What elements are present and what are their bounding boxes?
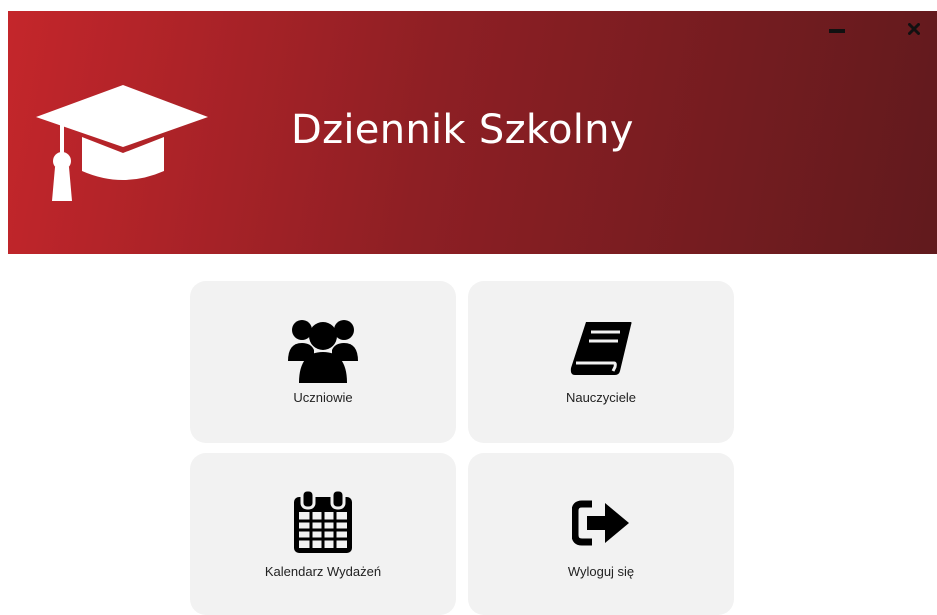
teachers-button[interactable]: Nauczyciele [468, 281, 734, 443]
users-icon [288, 320, 358, 383]
minimize-icon[interactable] [824, 17, 850, 41]
app-header: Dziennik Szkolny [8, 11, 937, 254]
book-icon [570, 322, 632, 375]
logout-label: Wyloguj się [567, 564, 635, 579]
students-label: Uczniowie [293, 390, 353, 405]
graduation-cap-icon [36, 85, 208, 201]
teachers-label: Nauczyciele [565, 390, 637, 405]
events-calendar-label: Kalendarz Wydażeń [264, 564, 382, 579]
sign-out-icon [572, 500, 629, 546]
app-title: Dziennik Szkolny [291, 107, 634, 153]
calendar-icon [294, 490, 352, 553]
close-icon[interactable] [901, 17, 927, 41]
logout-button[interactable]: Wyloguj się [468, 453, 734, 615]
events-calendar-button[interactable]: Kalendarz Wydażeń [190, 453, 456, 615]
students-button[interactable]: Uczniowie [190, 281, 456, 443]
